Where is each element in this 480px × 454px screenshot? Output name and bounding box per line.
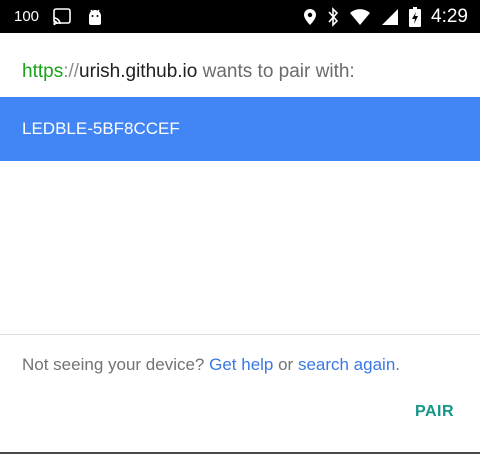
help-middle: or <box>273 355 298 374</box>
device-item-selected[interactable]: LEDBLE-5BF8CCEF <box>0 97 480 161</box>
url-host: urish.github.io <box>79 61 198 82</box>
divider <box>0 334 480 335</box>
device-name: LEDBLE-5BF8CCEF <box>22 119 180 138</box>
cast-icon <box>51 6 73 28</box>
battery-percent-text: 100 <box>14 8 40 25</box>
url-separator: :// <box>63 61 80 82</box>
bluetooth-pair-dialog: https://urish.github.io wants to pair wi… <box>0 33 480 454</box>
status-bar: 100 4:29 <box>0 0 480 33</box>
wifi-icon <box>349 8 371 26</box>
help-suffix: . <box>395 355 401 374</box>
cell-signal-icon <box>381 8 399 26</box>
status-left: 100 <box>14 0 105 33</box>
bluetooth-icon <box>327 6 339 27</box>
get-help-link[interactable]: Get help <box>209 355 273 374</box>
battery-charging-icon <box>409 6 422 27</box>
search-again-link[interactable]: search again <box>298 355 395 374</box>
clock-text: 4:29 <box>431 6 468 27</box>
device-list: LEDBLE-5BF8CCEF <box>0 97 480 334</box>
url-scheme: https <box>22 61 64 82</box>
pair-button[interactable]: PAIR <box>413 397 456 427</box>
dialog-title: https://urish.github.io wants to pair wi… <box>22 61 355 83</box>
help-text: Not seeing your device? Get help or sear… <box>22 355 400 375</box>
help-prefix: Not seeing your device? <box>22 355 210 374</box>
status-right: 4:29 <box>303 0 468 33</box>
title-suffix: wants to pair with: <box>197 61 355 82</box>
android-debug-icon <box>85 7 105 27</box>
location-icon <box>303 8 317 26</box>
